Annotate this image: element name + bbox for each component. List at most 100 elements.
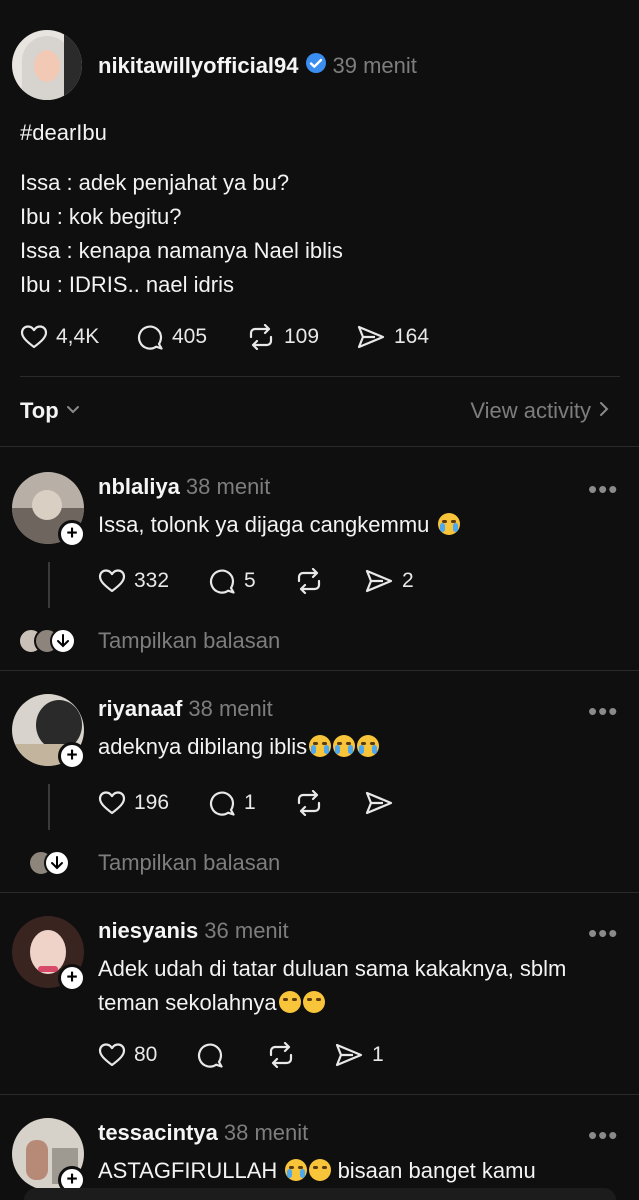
heart-icon — [98, 568, 126, 594]
reply-like-button[interactable]: 196 — [98, 790, 169, 816]
reply-repost-button[interactable] — [294, 568, 324, 594]
reply-like-button[interactable]: 332 — [98, 568, 169, 594]
view-activity-label: View activity — [470, 398, 591, 423]
comment-icon — [208, 568, 236, 594]
post-like-button[interactable]: 4,4K — [20, 324, 99, 350]
rolling-laughing-emoji-icon — [309, 1159, 332, 1181]
post-time: 39 menit — [332, 52, 417, 78]
reply-repost-button[interactable] — [294, 790, 324, 816]
chevron-right-icon — [599, 401, 609, 422]
more-dots-icon[interactable]: ••• — [588, 920, 618, 946]
post-share-button[interactable]: 164 — [356, 324, 429, 350]
crying-emoji-icon — [309, 735, 332, 757]
reply-like-button[interactable]: 80 — [98, 1042, 157, 1068]
sort-dropdown[interactable]: Top — [20, 398, 81, 424]
reply-like-count: 80 — [134, 1043, 158, 1066]
post-repost-button[interactable]: 109 — [246, 324, 319, 350]
repost-icon — [246, 324, 276, 350]
reply-time: 38 menit — [188, 696, 273, 721]
chevron-down-icon — [44, 850, 70, 876]
more-dots-icon[interactable]: ••• — [588, 476, 618, 502]
follow-plus-button[interactable]: + — [58, 742, 86, 770]
reply-comment-button[interactable] — [196, 1042, 224, 1068]
reply-text-content: ASTAGFIRULLAH — [98, 1158, 278, 1183]
reply-text: ASTAGFIRULLAH bisaan banget kamu — [98, 1154, 536, 1188]
send-icon — [364, 790, 394, 816]
crying-emoji-icon — [437, 513, 460, 535]
send-icon — [356, 324, 386, 350]
reply-text-content: Issa, tolonk ya dijaga cangkemmu — [98, 512, 430, 537]
laughing-emoji-icon — [278, 991, 301, 1013]
show-replies-label[interactable]: Tampilkan balasan — [98, 628, 280, 654]
reply-comment-count: 1 — [244, 791, 256, 814]
repost-icon — [266, 1042, 296, 1068]
post-body-line: Issa : kenapa namanya Nael iblis — [20, 238, 343, 263]
sort-label: Top — [20, 398, 59, 423]
thread-line — [48, 784, 50, 830]
more-dots-icon[interactable]: ••• — [588, 1122, 618, 1148]
reply-like-count: 196 — [134, 791, 170, 814]
repost-icon — [294, 568, 324, 594]
comment-icon — [208, 790, 236, 816]
reply-username[interactable]: riyanaaf — [98, 696, 182, 722]
reply-share-button[interactable]: 1 — [334, 1042, 384, 1068]
reply-text-line: teman sekolahnya — [98, 986, 325, 1020]
bottom-sheet-edge — [24, 1188, 616, 1200]
divider — [20, 376, 620, 377]
divider — [0, 670, 639, 671]
reply-username[interactable]: tessacintya — [98, 1120, 218, 1146]
heart-icon — [98, 790, 126, 816]
send-icon — [364, 568, 394, 594]
post-repost-count: 109 — [284, 325, 320, 348]
reply-comment-count: 5 — [244, 569, 256, 592]
reply-username[interactable]: niesyanis — [98, 918, 198, 944]
chevron-down-icon — [65, 402, 81, 420]
heart-icon — [98, 1042, 126, 1068]
divider — [0, 446, 639, 447]
reply-text-content: teman sekolahnya — [98, 990, 277, 1015]
post-body-line: Ibu : IDRIS.. nael idris — [20, 272, 234, 297]
thread-line — [48, 562, 50, 608]
crying-emoji-icon — [357, 735, 380, 757]
reply-time: 38 menit — [223, 1120, 309, 1145]
follow-plus-button[interactable]: + — [58, 520, 86, 548]
post-comment-button[interactable]: 405 — [136, 324, 207, 350]
divider — [0, 892, 639, 893]
chevron-down-icon — [50, 628, 76, 654]
reply-text-line: Adek udah di tatar duluan sama kakaknya,… — [98, 956, 567, 981]
reply-text: adeknya dibilang iblis — [98, 730, 380, 764]
post-body-line: Issa : adek penjahat ya bu? — [20, 170, 290, 195]
reply-comment-button[interactable]: 5 — [208, 568, 256, 594]
reply-share-count: 2 — [402, 569, 414, 592]
post-author-avatar[interactable] — [12, 30, 82, 100]
reply-share-count: 1 — [372, 1043, 384, 1066]
reply-repost-button[interactable] — [266, 1042, 296, 1068]
post-like-count: 4,4K — [56, 325, 100, 348]
post-hashtag[interactable]: #dearIbu — [20, 116, 107, 150]
reply-username[interactable]: nblaliya — [98, 474, 180, 500]
comment-icon — [196, 1042, 224, 1068]
reply-text: Issa, tolonk ya dijaga cangkemmu — [98, 508, 460, 542]
crying-emoji-icon — [285, 1159, 308, 1181]
post-username[interactable]: nikitawillyofficial94 — [98, 53, 299, 79]
more-dots-icon[interactable]: ••• — [588, 698, 618, 724]
follow-plus-button[interactable]: + — [58, 964, 86, 992]
reply-share-button[interactable] — [364, 790, 394, 816]
reply-text-content: adeknya dibilang iblis — [98, 734, 308, 759]
post-body-line: Ibu : kok begitu? — [20, 204, 182, 229]
reply-text-content: bisaan banget kamu — [337, 1158, 536, 1183]
crying-emoji-icon — [333, 735, 356, 757]
reply-time: 38 menit — [185, 474, 271, 499]
comment-icon — [136, 324, 164, 350]
reply-comment-button[interactable]: 1 — [208, 790, 256, 816]
post-share-count: 164 — [394, 325, 430, 348]
heart-icon — [20, 324, 48, 350]
verified-badge-icon — [305, 52, 327, 79]
post-comment-count: 405 — [172, 325, 208, 348]
view-activity-link[interactable]: View activity — [470, 398, 609, 424]
divider — [0, 1094, 639, 1095]
send-icon — [334, 1042, 364, 1068]
show-replies-label[interactable]: Tampilkan balasan — [98, 850, 280, 876]
reply-share-button[interactable]: 2 — [364, 568, 414, 594]
reply-time: 36 menit — [204, 918, 289, 943]
